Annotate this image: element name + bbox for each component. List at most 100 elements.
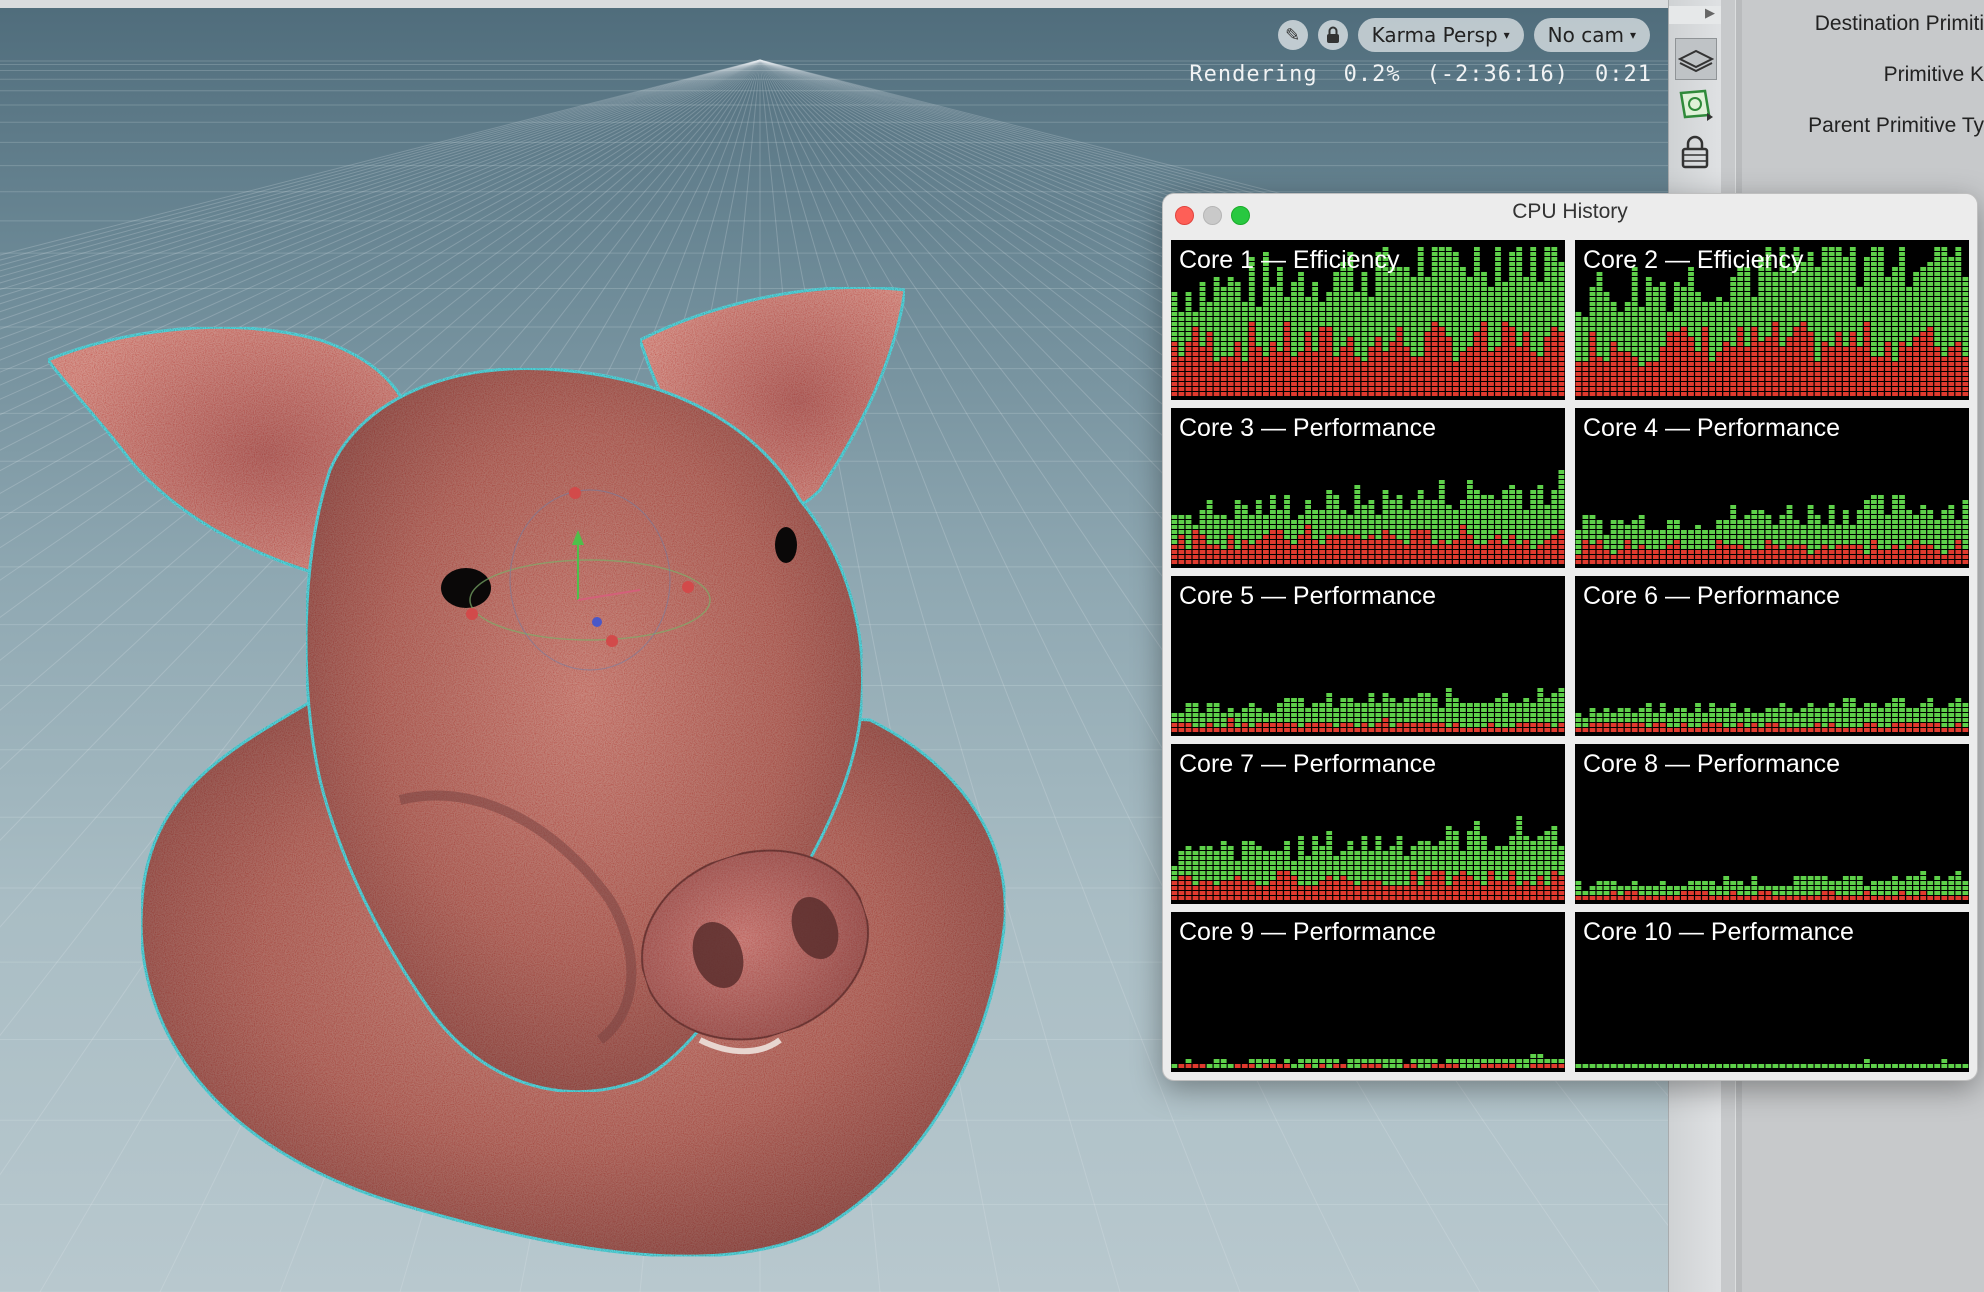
load-cell bbox=[1305, 540, 1311, 544]
load-cell bbox=[1558, 693, 1565, 697]
load-cell bbox=[1856, 322, 1863, 326]
cam-menu[interactable]: No cam ▾ bbox=[1533, 18, 1650, 52]
load-cell bbox=[1596, 282, 1603, 286]
load-cell bbox=[1674, 317, 1680, 321]
load-cell bbox=[1610, 362, 1617, 366]
load-cell bbox=[1523, 302, 1530, 306]
load-cell bbox=[1474, 525, 1480, 529]
load-cell bbox=[1410, 723, 1417, 727]
load-cell bbox=[1291, 362, 1297, 366]
load-cell bbox=[1892, 367, 1898, 371]
load-cell bbox=[1502, 312, 1508, 316]
load-cell bbox=[1206, 896, 1213, 900]
load-cell bbox=[1544, 377, 1551, 381]
load-cell bbox=[1772, 327, 1779, 331]
load-cell bbox=[1645, 327, 1652, 331]
load-cell bbox=[1234, 520, 1241, 524]
load-cell bbox=[1716, 560, 1722, 564]
load-cell bbox=[1509, 307, 1515, 311]
load-cell bbox=[1361, 312, 1368, 316]
load-cell bbox=[1659, 362, 1666, 366]
load-cell bbox=[1941, 525, 1948, 529]
cpu-history-window[interactable]: CPU History Core 1 — Efficiency Core 2 — … bbox=[1162, 193, 1978, 1081]
load-cell bbox=[1347, 332, 1354, 336]
load-cell bbox=[1913, 723, 1919, 727]
pencil-icon[interactable]: ✎ bbox=[1277, 20, 1308, 50]
load-cell bbox=[1779, 287, 1786, 291]
load-cell bbox=[1730, 530, 1737, 534]
load-cell bbox=[1375, 377, 1382, 381]
load-cell bbox=[1899, 560, 1905, 564]
load-cell bbox=[1864, 392, 1870, 396]
load-cell bbox=[1270, 515, 1276, 519]
load-cell bbox=[1277, 352, 1283, 356]
load-cell bbox=[1906, 292, 1912, 296]
load-cell bbox=[1270, 317, 1276, 321]
load-cell bbox=[1871, 545, 1877, 549]
load-cell bbox=[1185, 312, 1192, 316]
load-cell bbox=[1270, 307, 1276, 311]
load-cell bbox=[1659, 377, 1666, 381]
load-cell bbox=[1361, 342, 1368, 346]
load-cell bbox=[1709, 377, 1715, 381]
load-cell bbox=[1892, 327, 1898, 331]
load-cell bbox=[1354, 530, 1361, 534]
load-cell bbox=[1220, 866, 1227, 870]
display-options-icon[interactable] bbox=[1675, 38, 1717, 80]
lock-icon[interactable] bbox=[1675, 132, 1715, 172]
load-cell bbox=[1842, 520, 1849, 524]
load-cell bbox=[1537, 392, 1544, 396]
render-region-icon[interactable] bbox=[1675, 84, 1715, 124]
load-cell bbox=[1878, 500, 1884, 504]
load-cell bbox=[1417, 560, 1424, 564]
load-cell bbox=[1948, 520, 1955, 524]
load-cell bbox=[1885, 327, 1891, 331]
load-cell bbox=[1814, 555, 1821, 559]
load-cell bbox=[1516, 530, 1523, 534]
load-cell bbox=[1333, 728, 1340, 732]
load-cell bbox=[1502, 302, 1508, 306]
camera-menu[interactable]: Karma Persp ▾ bbox=[1357, 18, 1524, 52]
load-cell bbox=[1206, 520, 1213, 524]
load-cell bbox=[1438, 327, 1445, 331]
load-cell bbox=[1899, 332, 1905, 336]
load-cell bbox=[1551, 362, 1558, 366]
load-cell bbox=[1702, 302, 1708, 306]
cam-menu-label: No cam bbox=[1547, 23, 1624, 47]
load-cell bbox=[1445, 357, 1452, 361]
load-cell bbox=[1885, 560, 1891, 564]
load-cell bbox=[1312, 292, 1318, 296]
load-cell bbox=[1227, 535, 1234, 539]
load-cell bbox=[1758, 282, 1765, 286]
load-cell bbox=[1474, 362, 1480, 366]
load-cell bbox=[1241, 841, 1248, 845]
load-cell bbox=[1878, 728, 1884, 732]
load-cell bbox=[1709, 337, 1715, 341]
load-cell bbox=[1892, 272, 1898, 276]
load-cell bbox=[1438, 555, 1445, 559]
load-cell bbox=[1509, 387, 1515, 391]
load-cell bbox=[1645, 307, 1652, 311]
load-cell bbox=[1326, 708, 1333, 712]
load-cell bbox=[1340, 555, 1347, 559]
load-cell bbox=[1906, 287, 1912, 291]
load-cell bbox=[1248, 525, 1255, 529]
load-cell bbox=[1474, 317, 1480, 321]
load-cell bbox=[1424, 322, 1431, 326]
load-cell bbox=[1255, 861, 1262, 865]
load-cell bbox=[1638, 520, 1645, 524]
load-cell bbox=[1962, 312, 1969, 316]
lock-icon[interactable] bbox=[1317, 20, 1348, 50]
load-cell bbox=[1213, 302, 1220, 306]
play-arrow-icon[interactable]: ▶ bbox=[1669, 6, 1721, 24]
load-cell bbox=[1305, 327, 1311, 331]
window-titlebar[interactable]: CPU History bbox=[1163, 194, 1977, 234]
load-cell bbox=[1192, 317, 1199, 321]
load-cell bbox=[1530, 728, 1537, 732]
load-cell bbox=[1544, 392, 1551, 396]
load-cell bbox=[1709, 392, 1715, 396]
load-cell bbox=[1645, 282, 1652, 286]
load-cell bbox=[1800, 392, 1807, 396]
load-cell bbox=[1410, 728, 1417, 732]
load-cell bbox=[1695, 337, 1701, 341]
